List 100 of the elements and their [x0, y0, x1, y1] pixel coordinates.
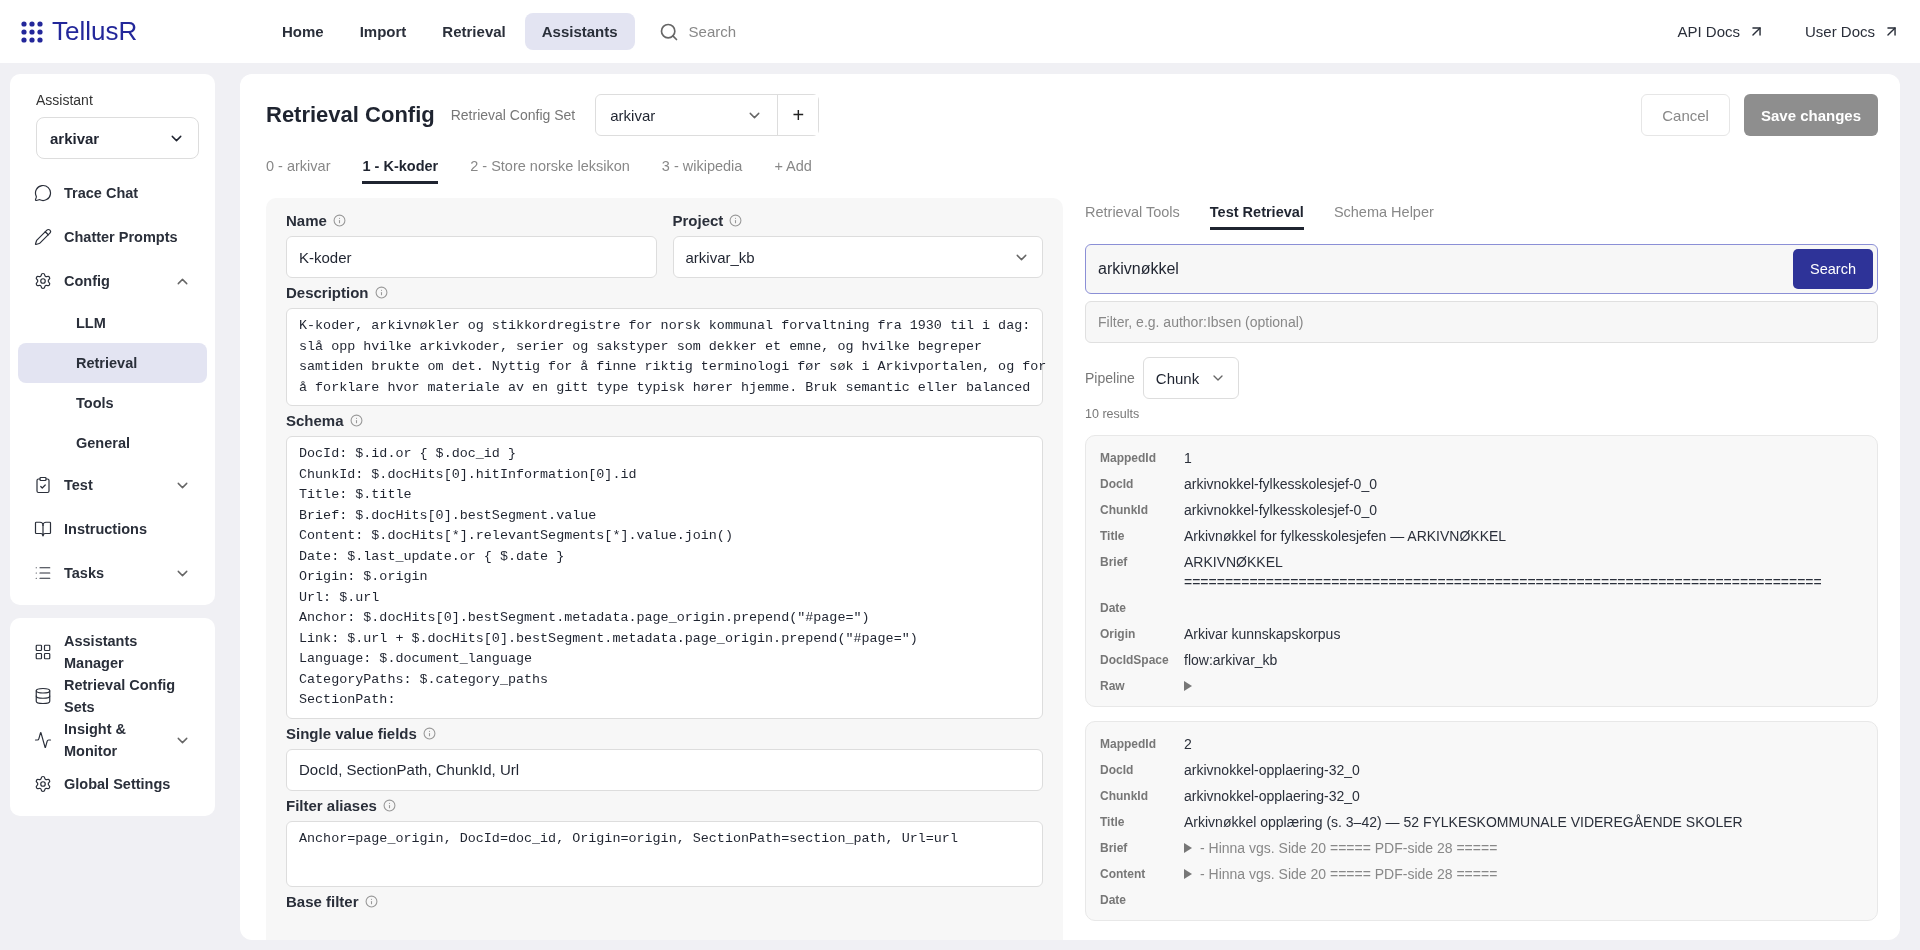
sidebar-item[interactable]: Retrieval Config Sets — [14, 674, 211, 718]
chat-bubble-icon — [34, 184, 52, 202]
result-field-label: Date — [1100, 600, 1127, 617]
expand-triangle-icon[interactable] — [1184, 681, 1192, 691]
result-field-value: Arkivar kunnskapskorpus — [1184, 625, 1342, 644]
sidebar-item[interactable]: Config — [14, 259, 211, 303]
single-value-fields-input[interactable]: DocId, SectionPath, ChunkId, Url — [286, 748, 1043, 791]
nav-link[interactable]: Assistants — [524, 13, 635, 50]
sidebar-subitem[interactable]: General — [18, 423, 207, 463]
book-icon — [34, 520, 52, 538]
result-field-label: DocId — [1100, 762, 1135, 779]
sidebar-item[interactable]: Trace Chat — [14, 171, 211, 215]
test-tab[interactable]: Test Retrieval — [1209, 200, 1304, 230]
result-field-label: DocIdSpace — [1100, 652, 1170, 669]
page-title: Retrieval Config — [266, 102, 435, 128]
nav-link[interactable]: Retrieval — [425, 13, 523, 50]
info-icon — [349, 414, 363, 427]
sidebar-item[interactable]: Test — [14, 463, 211, 507]
result-field-value: Arkivnøkkel opplæring (s. 3–42) — 52 FYLKESKOMMUNALE VIDEREGÅENDE SKOLER — [1184, 813, 1744, 832]
sidebar-subitem[interactable]: Retrieval — [18, 343, 207, 383]
settings-icon — [34, 272, 52, 290]
add-tab-link[interactable]: + Add — [774, 154, 812, 184]
result-field-value: Arkivnøkkel for fylkesskolesjefen — ARKIVNØKKEL — [1184, 527, 1508, 546]
pipeline-select[interactable]: Chunk — [1142, 357, 1239, 399]
sidebar-item[interactable]: Assistants Manager — [14, 630, 211, 674]
result-field-value: arkivnokkel-fylkesskolesjef-0_0 — [1184, 501, 1378, 520]
docs-link[interactable]: User Docs — [1805, 23, 1900, 40]
field-label: Description — [286, 284, 369, 301]
sidebar-subitem[interactable]: Tools — [18, 383, 207, 423]
assistant-label: Assistant — [35, 91, 94, 108]
result-field-value: arkivnokkel-fylkesskolesjef-0_0 — [1184, 475, 1378, 494]
sidebar-subitem[interactable]: LLM — [18, 303, 207, 343]
result-field-label: Content — [1100, 866, 1147, 883]
search-button[interactable]: Search — [1793, 249, 1873, 289]
results-count: 10 results — [1085, 407, 1141, 421]
list-icon — [34, 564, 52, 582]
info-icon — [374, 286, 388, 299]
info-icon — [422, 726, 436, 740]
search-icon[interactable] — [658, 21, 679, 42]
result-field-label: ChunkId — [1100, 502, 1149, 519]
result-field-label: Raw — [1100, 678, 1126, 695]
sidebar-item[interactable]: Global Settings — [14, 762, 211, 806]
project-select[interactable]: arkivar_kb — [672, 236, 1043, 278]
result-field-label: Date — [1100, 892, 1127, 909]
field-label: Name — [286, 212, 327, 229]
config-set-label: Retrieval Config Set — [450, 107, 576, 123]
result-field-label: ChunkId — [1100, 788, 1149, 805]
pencil-icon — [34, 228, 52, 246]
settings-icon — [34, 775, 52, 793]
result-field-value: - Hinna vgs. Side 20 ===== PDF-side 28 ===== — [1200, 839, 1498, 858]
search-placeholder[interactable]: Search — [688, 23, 737, 40]
query-input[interactable]: arkivnøkkel Search — [1085, 244, 1878, 294]
result-field-label: Brief — [1100, 554, 1129, 571]
assistant-select[interactable]: arkivar — [36, 117, 199, 159]
sidebar-item[interactable]: Instructions — [14, 507, 211, 551]
result-field-label: MappedId — [1100, 736, 1157, 753]
nav-link[interactable]: Import — [342, 13, 424, 50]
database-icon — [34, 687, 52, 705]
result-field-value: arkivnokkel-opplaering-32_0 — [1184, 787, 1361, 806]
info-icon — [729, 214, 743, 227]
result-field-value: ARKIVNØKKEL ============================================================================== — [1184, 553, 1823, 592]
info-icon — [364, 894, 378, 908]
result-field-label: DocId — [1100, 476, 1135, 493]
sidebar-item[interactable]: Chatter Prompts — [14, 215, 211, 259]
filter-input[interactable]: Filter, e.g. author:Ibsen (optional) — [1085, 301, 1878, 343]
config-tab[interactable]: 1 - K-koder — [362, 154, 439, 184]
result-field-label: Brief — [1100, 840, 1129, 857]
name-input[interactable]: K-koder — [286, 236, 657, 278]
test-tab[interactable]: Schema Helper — [1333, 200, 1434, 230]
result-field-label: MappedId — [1100, 450, 1157, 467]
config-tab[interactable]: 2 - Store norske leksikon — [470, 154, 630, 184]
field-label: Single value fields — [286, 724, 417, 742]
result-field-value: 2 — [1184, 735, 1193, 754]
schema-textarea[interactable]: DocId: $.id.or { $.doc_id } ChunkId: $.docHits[0].hitInformation[0].id Title: $.title Brief: $.docHits[0].bestSegment.value Content: $.docHits[*].relevantSegments[*].value.join() Date: $.last_update.or { $.date } Origin: $.origin Url: $.url Anchor: $.docHits[0].bestSegment.metadata.page_origin.prepend("#page=") Link: $.url + $.docHits[0].bestSegment.metadata.page_origin.prepend("#page=") Language: $.document_language CategoryPaths: $.category_paths SectionPath: — [286, 436, 1043, 719]
field-label: Schema — [286, 412, 344, 429]
result-field-label: Title — [1100, 814, 1126, 831]
expand-triangle-icon[interactable] — [1184, 843, 1192, 853]
brand-name: TellusR — [52, 16, 138, 47]
config-tab[interactable]: 3 - wikipedia — [661, 154, 743, 184]
info-icon — [382, 798, 396, 812]
logo-icon — [20, 19, 44, 44]
field-label: Base filter — [286, 892, 359, 910]
filter-aliases-textarea[interactable]: Anchor=page_origin, DocId=doc_id, Origin=origin, SectionPath=section_path, Url=url — [286, 820, 1043, 887]
info-icon — [332, 214, 346, 227]
config-tab[interactable]: 0 - arkivar — [266, 154, 331, 184]
nav-link[interactable]: Home — [265, 13, 341, 50]
cancel-button[interactable]: Cancel — [1641, 94, 1730, 136]
docs-link[interactable]: API Docs — [1677, 23, 1765, 40]
expand-triangle-icon[interactable] — [1184, 869, 1192, 879]
result-field-label: Origin — [1100, 626, 1137, 643]
sidebar-item[interactable]: Tasks — [14, 551, 211, 595]
result-field-value: - Hinna vgs. Side 20 ===== PDF-side 28 ===== — [1200, 865, 1498, 884]
sidebar-item[interactable]: Insight & Monitor — [14, 718, 211, 762]
pipeline-label: Pipeline — [1085, 370, 1135, 386]
result-field-label: Title — [1100, 528, 1126, 545]
field-label: Project — [672, 212, 724, 229]
grid-icon — [34, 643, 52, 661]
description-textarea[interactable]: K-koder, arkivnøkler og stikkordregistre for norsk kommunal forvaltning fra 1930 til i dag: slå opp hvilke arkivkoder, serier og sakstyper som dekker et emne, og hvilke begreper samtiden brukte om det. Nyttig for å finne riktig terminologi før søk i Arkivportalen, og for å forklare hvor materiale av en gitt type typisk hører hjemme. Bruk semantic eller balanced — [286, 308, 1043, 406]
test-tab[interactable]: Retrieval Tools — [1085, 200, 1180, 230]
activity-icon — [34, 731, 52, 749]
